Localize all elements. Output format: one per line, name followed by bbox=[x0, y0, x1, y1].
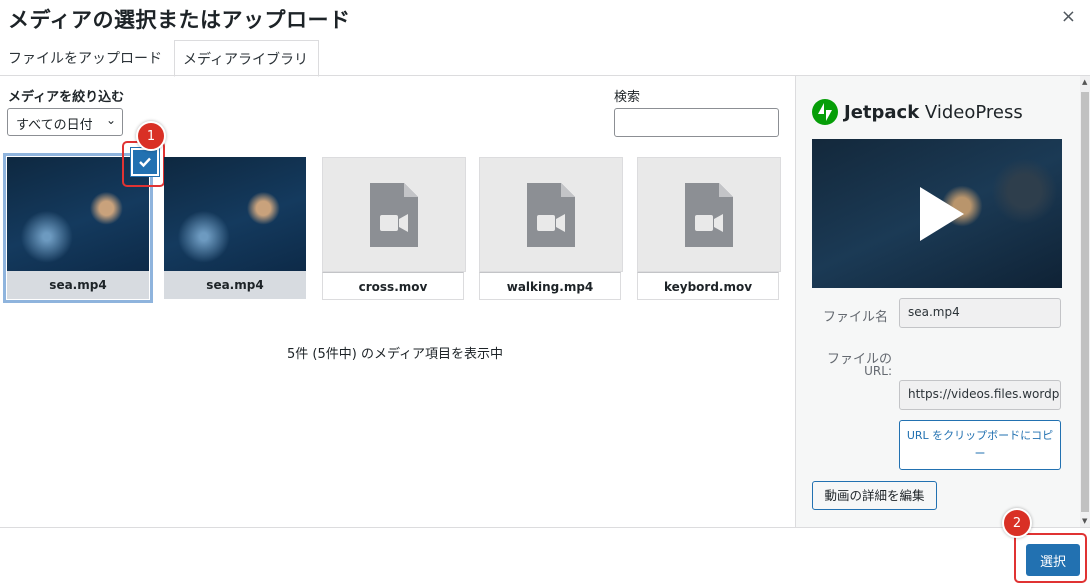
attachment-filename: sea.mp4 bbox=[7, 271, 149, 299]
url-label-line2: URL: bbox=[864, 364, 892, 378]
tab-upload[interactable]: ファイルをアップロード bbox=[0, 40, 172, 75]
search-label: 検索 bbox=[614, 90, 641, 105]
attachment-filename: sea.mp4 bbox=[164, 271, 306, 299]
attachment-sea-2[interactable]: sea.mp4 bbox=[164, 157, 306, 299]
callout-1-badge: 1 bbox=[136, 121, 166, 151]
tab-media-library[interactable]: メディアライブラリ bbox=[174, 40, 320, 77]
select-button[interactable]: 選択 bbox=[1026, 544, 1080, 576]
attachment-filename: keybord.mov bbox=[637, 272, 779, 300]
scrollbar-thumb[interactable] bbox=[1081, 92, 1089, 512]
video-file-icon bbox=[322, 157, 466, 272]
video-file-icon bbox=[637, 157, 781, 272]
filename-field[interactable]: sea.mp4 bbox=[899, 298, 1061, 328]
sidebar-scrollbar[interactable]: ▲ ▼ bbox=[1080, 76, 1090, 527]
jetpack-logo-icon bbox=[812, 99, 838, 125]
close-icon[interactable]: × bbox=[1061, 6, 1076, 27]
edit-video-details-button[interactable]: 動画の詳細を編集 bbox=[812, 481, 937, 510]
date-filter-select[interactable]: すべての日付 ⌄ bbox=[7, 108, 123, 136]
play-icon[interactable] bbox=[920, 187, 964, 241]
attachment-cross[interactable]: cross.mov bbox=[322, 157, 466, 300]
scroll-up-icon[interactable]: ▲ bbox=[1082, 78, 1087, 86]
video-thumbnail bbox=[164, 157, 306, 271]
media-count-text: 5件 (5件中) のメディア項目を表示中 bbox=[287, 347, 504, 362]
attachment-filename: cross.mov bbox=[322, 272, 464, 300]
footer-divider bbox=[0, 527, 1090, 528]
search-input[interactable] bbox=[614, 108, 779, 137]
attachment-keybord[interactable]: keybord.mov bbox=[637, 157, 781, 300]
videopress-title: Jetpack VideoPress bbox=[844, 101, 1023, 123]
attachment-filename: walking.mp4 bbox=[479, 272, 621, 300]
filename-label: ファイル名 bbox=[822, 310, 888, 325]
scroll-down-icon[interactable]: ▼ bbox=[1082, 517, 1087, 525]
attachment-walking[interactable]: walking.mp4 bbox=[479, 157, 623, 300]
video-file-icon bbox=[479, 157, 623, 272]
tab-bar: ファイルをアップロード メディアライブラリ bbox=[0, 40, 320, 77]
copy-url-button[interactable]: URL をクリップボードにコピー bbox=[899, 420, 1061, 470]
jetpack-videopress-brand: Jetpack VideoPress bbox=[812, 99, 1023, 125]
chevron-down-icon: ⌄ bbox=[105, 113, 116, 127]
callout-2-badge: 2 bbox=[1002, 508, 1032, 538]
date-filter-value: すべての日付 bbox=[16, 118, 93, 133]
filter-label: メディアを絞り込む bbox=[8, 90, 125, 105]
video-preview[interactable] bbox=[812, 139, 1062, 288]
modal-title: メディアの選択またはアップロード bbox=[8, 8, 351, 32]
file-url-field[interactable]: https://videos.files.wordp bbox=[899, 380, 1061, 410]
